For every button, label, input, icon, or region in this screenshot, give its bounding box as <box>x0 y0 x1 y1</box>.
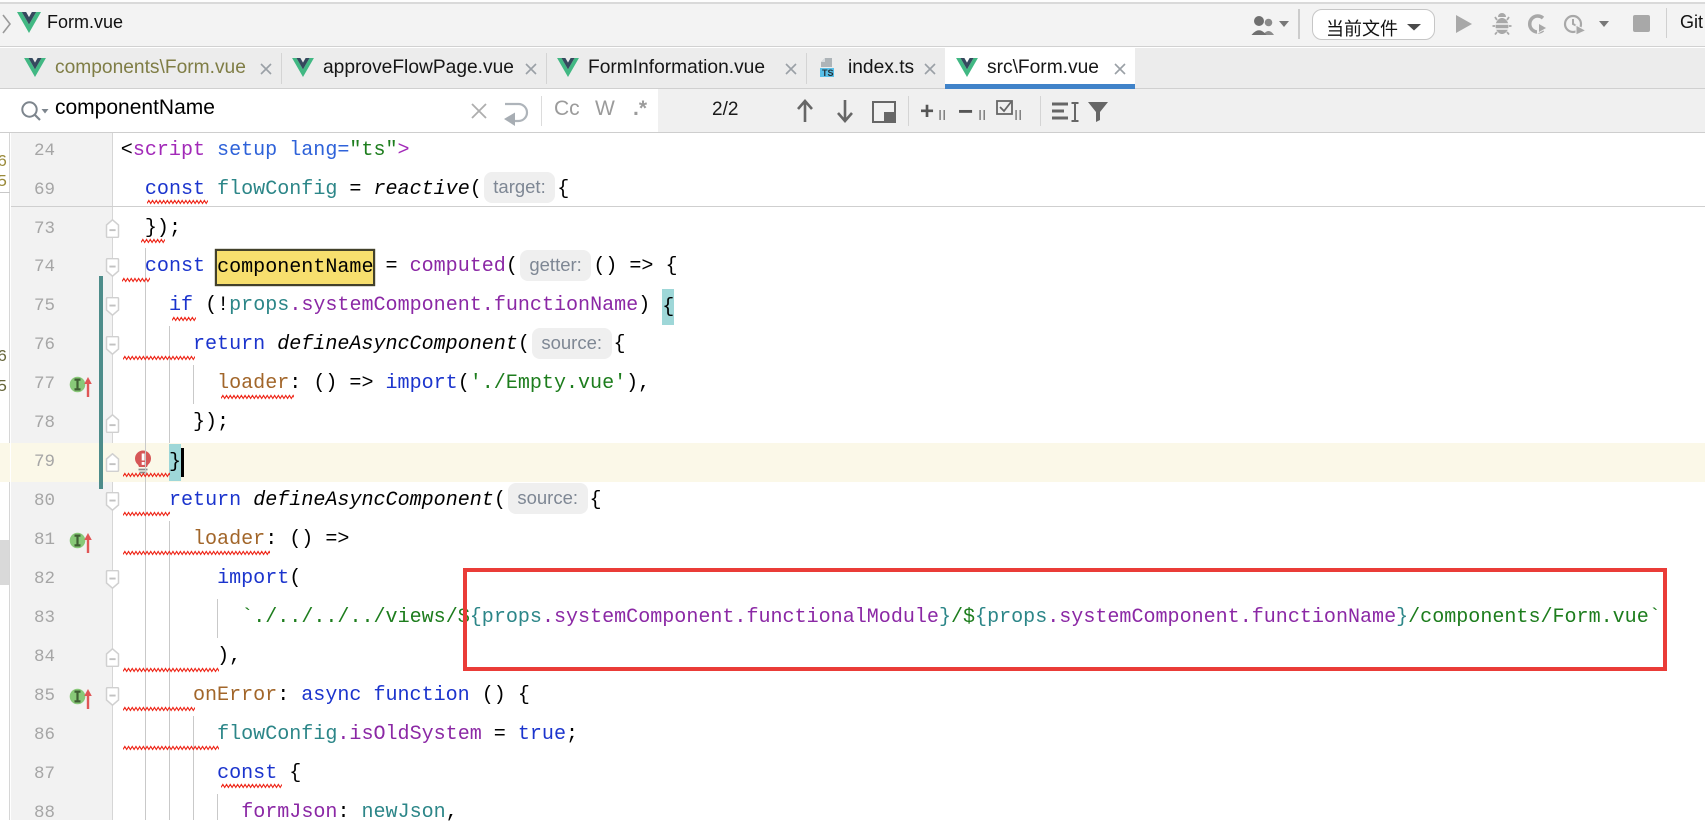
svg-text:TS: TS <box>822 68 834 78</box>
